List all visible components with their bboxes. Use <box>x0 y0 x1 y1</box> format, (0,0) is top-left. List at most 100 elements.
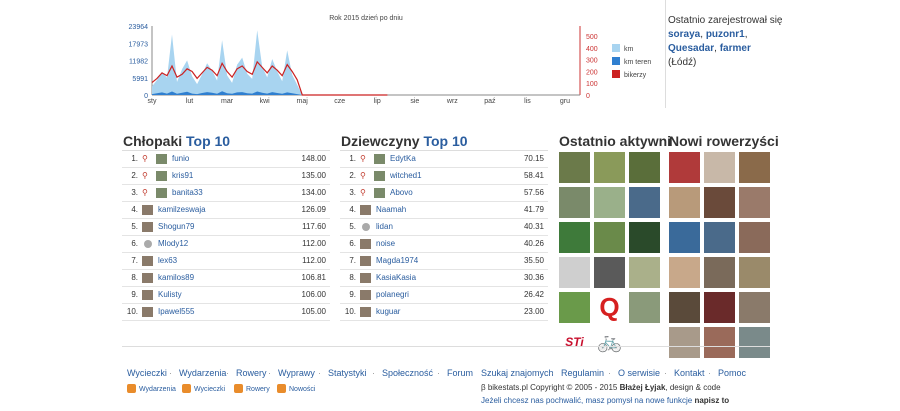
avatar[interactable] <box>360 239 371 249</box>
user-link[interactable]: noise <box>376 236 395 252</box>
rss-link[interactable]: Nowości <box>277 384 315 393</box>
x-tick: lut <box>186 98 193 105</box>
user-link[interactable]: lidan <box>376 219 393 235</box>
user-avatar-tile[interactable] <box>669 152 700 183</box>
user-link[interactable]: witched1 <box>390 168 422 184</box>
user-link[interactable]: Abovo <box>390 185 413 201</box>
user-link[interactable]: kuguar <box>376 304 400 320</box>
user-avatar-tile[interactable] <box>559 292 590 323</box>
user-avatar-tile[interactable] <box>669 257 700 288</box>
user-avatar-tile[interactable] <box>594 152 625 183</box>
user-avatar-tile[interactable] <box>669 187 700 218</box>
user-avatar-tile[interactable] <box>669 222 700 253</box>
user-link[interactable]: Magda1974 <box>376 253 418 269</box>
user-link[interactable]: Shogun79 <box>158 219 194 235</box>
rss-link[interactable]: Wydarzenia <box>127 384 176 393</box>
user-avatar-tile[interactable] <box>704 257 735 288</box>
user-avatar-tile[interactable] <box>594 187 625 218</box>
user-link[interactable]: funio <box>172 151 189 167</box>
user-avatar-tile[interactable] <box>559 187 590 218</box>
user-avatar-tile[interactable] <box>704 327 735 358</box>
user-avatar-tile[interactable] <box>629 187 660 218</box>
user-avatar-tile[interactable] <box>669 327 700 358</box>
avatar[interactable] <box>142 256 153 266</box>
avatar[interactable] <box>156 154 167 164</box>
user-link[interactable]: EdytKa <box>390 151 416 167</box>
praise-line[interactable]: Jeżeli chcesz nas pochwalić, masz pomysł… <box>481 396 729 405</box>
user-avatar-tile[interactable] <box>739 292 770 323</box>
avatar[interactable] <box>360 256 371 266</box>
user-link[interactable]: kamilos89 <box>158 270 194 286</box>
q-logo-icon[interactable]: Q <box>594 292 625 323</box>
user-avatar-tile[interactable] <box>704 292 735 323</box>
avatar[interactable] <box>360 205 371 215</box>
avatar[interactable] <box>360 307 371 317</box>
user-link[interactable]: Kulisty <box>158 287 182 303</box>
avatar[interactable] <box>374 171 385 181</box>
user-avatar-tile[interactable] <box>629 152 660 183</box>
user-link[interactable]: Ipawel555 <box>158 304 194 320</box>
footer-link[interactable]: Pomoc <box>718 368 746 378</box>
user-avatar-tile[interactable] <box>704 187 735 218</box>
footer-link[interactable]: Regulamin <box>561 368 604 378</box>
avatar[interactable] <box>142 273 153 283</box>
rss-link[interactable]: Rowery <box>234 384 270 393</box>
user-avatar-tile[interactable] <box>739 327 770 358</box>
registered-user[interactable]: puzonr1 <box>706 29 745 40</box>
footer-link[interactable]: Kontakt <box>674 368 705 378</box>
user-avatar-tile[interactable] <box>704 152 735 183</box>
footer-link[interactable]: O serwisie <box>618 368 660 378</box>
registered-user[interactable]: soraya <box>668 29 700 40</box>
footer-link[interactable]: Szukaj znajomych <box>481 368 554 378</box>
avatar[interactable] <box>142 222 153 232</box>
user-link[interactable]: Mlody12 <box>158 236 188 252</box>
user-avatar-tile[interactable] <box>559 152 590 183</box>
avatar[interactable] <box>374 188 385 198</box>
rss-link[interactable]: Wycieczki <box>182 384 225 393</box>
distance-value: 70.15 <box>523 154 544 163</box>
user-avatar-tile[interactable] <box>629 222 660 253</box>
distance-value: 35.50 <box>523 256 544 265</box>
user-avatar-tile[interactable] <box>704 222 735 253</box>
user-avatar-tile[interactable] <box>669 292 700 323</box>
user-avatar-tile[interactable] <box>629 292 660 323</box>
separator: · <box>437 368 440 378</box>
avatar[interactable] <box>156 188 167 198</box>
footer-link[interactable]: Wyprawy <box>278 368 315 378</box>
user-link[interactable]: banita33 <box>172 185 203 201</box>
user-link[interactable]: Naamah <box>376 202 406 218</box>
user-avatar-tile[interactable] <box>739 222 770 253</box>
footer-link[interactable]: Statystyki <box>328 368 367 378</box>
footer-link[interactable]: Społeczność <box>382 368 433 378</box>
user-avatar-tile[interactable] <box>629 327 660 358</box>
avatar[interactable] <box>360 290 371 300</box>
distance-value: 117.60 <box>302 222 326 231</box>
user-link[interactable]: KasiaKasia <box>376 270 416 286</box>
user-link[interactable]: kris91 <box>172 168 193 184</box>
user-avatar-tile[interactable] <box>739 187 770 218</box>
registered-user[interactable]: Quesadar <box>668 43 714 54</box>
avatar[interactable] <box>142 290 153 300</box>
user-avatar-tile[interactable] <box>629 257 660 288</box>
avatar[interactable] <box>156 171 167 181</box>
footer-link[interactable]: Wycieczki <box>127 368 167 378</box>
avatar[interactable] <box>374 154 385 164</box>
footer-link[interactable]: Rowery <box>236 368 267 378</box>
user-avatar-tile[interactable] <box>739 257 770 288</box>
user-link[interactable]: polanegri <box>376 287 409 303</box>
user-avatar-tile[interactable] <box>559 257 590 288</box>
user-link[interactable]: kamilzeswaja <box>158 202 206 218</box>
avatar[interactable] <box>360 273 371 283</box>
user-link[interactable]: lex63 <box>158 253 177 269</box>
registered-user[interactable]: farmer <box>720 43 751 54</box>
avatar[interactable] <box>142 205 153 215</box>
footer-link[interactable]: Wydarzenia <box>179 368 226 378</box>
avatar[interactable] <box>142 307 153 317</box>
user-avatar-tile[interactable] <box>559 222 590 253</box>
user-avatar-tile[interactable] <box>739 152 770 183</box>
user-avatar-tile[interactable] <box>594 222 625 253</box>
footer-link[interactable]: Forum <box>447 368 473 378</box>
sti-logo-icon[interactable]: STi <box>559 327 590 358</box>
user-avatar-tile[interactable] <box>594 257 625 288</box>
bicycle-icon[interactable]: 🚲 <box>594 327 625 358</box>
